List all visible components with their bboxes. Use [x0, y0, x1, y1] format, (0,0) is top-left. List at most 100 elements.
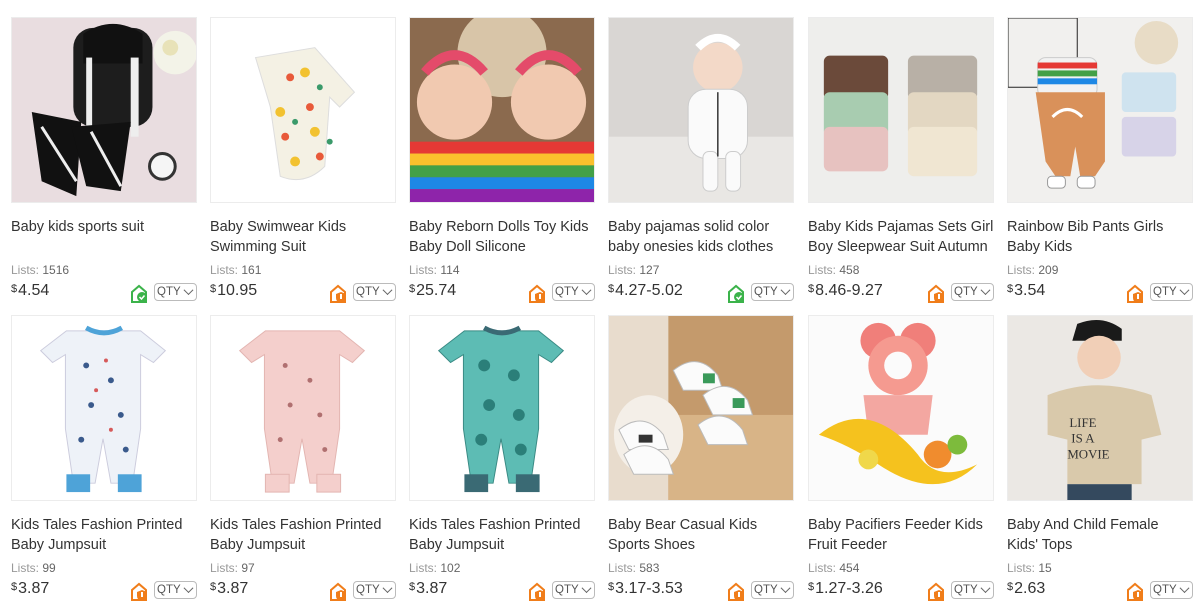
qty-label: QTY	[356, 286, 380, 298]
lists-count: Lists: 97	[210, 561, 255, 575]
currency-symbol: $	[608, 581, 615, 593]
lists-value: 583	[639, 561, 660, 575]
lists-count: Lists: 1516	[11, 263, 69, 277]
qty-select[interactable]: QTY	[751, 283, 794, 301]
product-title[interactable]: Rainbow Bib Pants Girls Baby Kids	[1007, 217, 1193, 257]
product-grid: Baby kids sports suit Lists: 1516 $4.54 …	[0, 0, 1204, 606]
price-value: 3.87	[416, 580, 448, 597]
lists-label: Lists:	[11, 263, 40, 277]
product-title[interactable]: Baby pajamas solid color baby onesies ki…	[608, 217, 794, 257]
qty-label: QTY	[754, 286, 778, 298]
product-title[interactable]: Baby Kids Pajamas Sets Girl Boy Sleepwea…	[808, 217, 994, 257]
lists-label: Lists:	[808, 561, 837, 575]
product-image[interactable]	[409, 315, 595, 501]
chevron-down-icon	[382, 285, 393, 296]
price-value: 4.27-5.02	[615, 282, 683, 299]
product-image[interactable]	[608, 315, 794, 501]
product-card[interactable]: Baby pajamas solid color baby onesies ki…	[608, 17, 794, 307]
product-title[interactable]: Baby And Child Female Kids' Tops	[1007, 515, 1193, 555]
product-image[interactable]	[808, 17, 994, 203]
green-shield-icon	[728, 284, 744, 303]
product-image[interactable]	[210, 17, 396, 203]
product-title[interactable]: Baby Pacifiers Feeder Kids Fruit Feeder	[808, 515, 994, 555]
product-title[interactable]: Kids Tales Fashion Printed Baby Jumpsuit	[210, 515, 396, 555]
lists-value: 1516	[42, 263, 70, 277]
qty-select[interactable]: QTY	[1150, 581, 1193, 599]
product-image[interactable]	[11, 315, 197, 501]
lists-count: Lists: 99	[11, 561, 56, 575]
product-card[interactable]: Baby Swimwear Kids Swimming Suit Lists: …	[210, 17, 396, 307]
lists-value: 15	[1038, 561, 1052, 575]
qty-label: QTY	[754, 584, 778, 596]
price-value: 3.17-3.53	[615, 580, 683, 597]
product-card[interactable]: LIFE IS A MOVIE Baby And Child Female Kids…	[1007, 315, 1193, 605]
orange-shield-icon	[330, 284, 346, 303]
product-title[interactable]: Baby Swimwear Kids Swimming Suit	[210, 217, 396, 257]
product-title[interactable]: Kids Tales Fashion Printed Baby Jumpsuit	[409, 515, 595, 555]
orange-shield-icon	[330, 582, 346, 601]
product-price: $3.87	[409, 580, 447, 598]
product-image[interactable]: LIFE IS A MOVIE	[1007, 315, 1193, 501]
product-price: $3.87	[210, 580, 248, 598]
qty-select[interactable]: QTY	[353, 581, 396, 599]
chevron-down-icon	[1179, 285, 1190, 296]
price-value: 4.54	[18, 282, 50, 299]
product-card[interactable]: Baby Reborn Dolls Toy Kids Baby Doll Sil…	[409, 17, 595, 307]
product-title[interactable]: Kids Tales Fashion Printed Baby Jumpsuit	[11, 515, 197, 555]
qty-label: QTY	[555, 584, 579, 596]
qty-select[interactable]: QTY	[552, 283, 595, 301]
product-price: $10.95	[210, 282, 257, 300]
qty-select[interactable]: QTY	[154, 581, 197, 599]
lists-value: 97	[241, 561, 255, 575]
product-price: $3.54	[1007, 282, 1045, 300]
product-image[interactable]	[1007, 17, 1193, 203]
qty-select[interactable]: QTY	[951, 283, 994, 301]
product-card[interactable]: Rainbow Bib Pants Girls Baby Kids Lists:…	[1007, 17, 1193, 307]
product-price: $3.17-3.53	[608, 580, 683, 598]
product-image[interactable]	[210, 315, 396, 501]
product-title[interactable]: Baby Bear Casual Kids Sports Shoes	[608, 515, 794, 555]
lists-label: Lists:	[409, 561, 438, 575]
product-title[interactable]: Baby kids sports suit	[11, 217, 197, 237]
qty-label: QTY	[356, 584, 380, 596]
qty-select[interactable]: QTY	[552, 581, 595, 599]
lists-value: 458	[839, 263, 860, 277]
product-card[interactable]: Baby kids sports suit Lists: 1516 $4.54 …	[11, 17, 197, 307]
product-image[interactable]	[608, 17, 794, 203]
product-card[interactable]: Kids Tales Fashion Printed Baby Jumpsuit…	[210, 315, 396, 605]
price-value: 3.87	[217, 580, 249, 597]
lists-value: 127	[639, 263, 660, 277]
currency-symbol: $	[409, 581, 416, 593]
product-price: $4.54	[11, 282, 49, 300]
orange-shield-icon	[529, 582, 545, 601]
product-card[interactable]: Baby Kids Pajamas Sets Girl Boy Sleepwea…	[808, 17, 994, 307]
qty-select[interactable]: QTY	[1150, 283, 1193, 301]
qty-select[interactable]: QTY	[751, 581, 794, 599]
product-card[interactable]: Kids Tales Fashion Printed Baby Jumpsuit…	[409, 315, 595, 605]
currency-symbol: $	[1007, 581, 1014, 593]
qty-label: QTY	[555, 286, 579, 298]
qty-label: QTY	[157, 286, 181, 298]
product-card[interactable]: Baby Bear Casual Kids Sports Shoes Lists…	[608, 315, 794, 605]
product-image[interactable]	[409, 17, 595, 203]
product-card[interactable]: Kids Tales Fashion Printed Baby Jumpsuit…	[11, 315, 197, 605]
product-image[interactable]	[808, 315, 994, 501]
chevron-down-icon	[780, 285, 791, 296]
svg-text:MOVIE: MOVIE	[1067, 447, 1109, 461]
lists-value: 114	[440, 263, 460, 277]
product-image[interactable]	[11, 17, 197, 203]
lists-count: Lists: 209	[1007, 263, 1058, 277]
lists-label: Lists:	[1007, 561, 1036, 575]
lists-count: Lists: 127	[608, 263, 659, 277]
svg-text:LIFE: LIFE	[1069, 416, 1096, 430]
orange-shield-icon	[1127, 284, 1143, 303]
qty-select[interactable]: QTY	[951, 581, 994, 599]
product-card[interactable]: Baby Pacifiers Feeder Kids Fruit Feeder …	[808, 315, 994, 605]
product-title[interactable]: Baby Reborn Dolls Toy Kids Baby Doll Sil…	[409, 217, 595, 257]
qty-select[interactable]: QTY	[154, 283, 197, 301]
qty-select[interactable]: QTY	[353, 283, 396, 301]
lists-label: Lists:	[808, 263, 837, 277]
qty-label: QTY	[157, 584, 181, 596]
currency-symbol: $	[409, 283, 416, 295]
currency-symbol: $	[1007, 283, 1014, 295]
